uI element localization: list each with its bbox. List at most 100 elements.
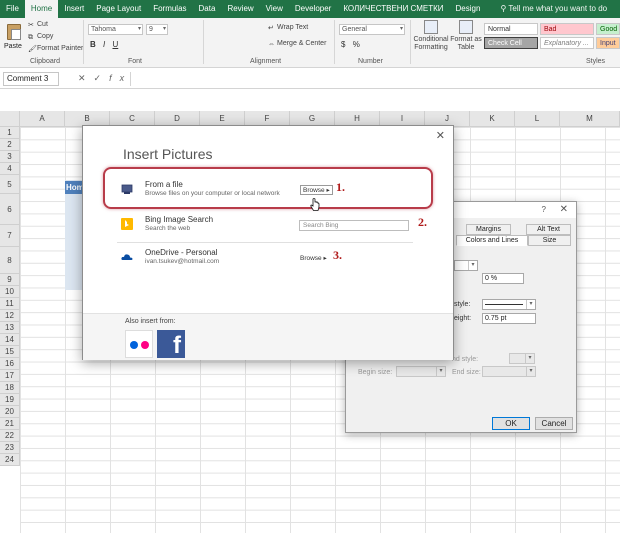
chevron-down-icon: ▾ [399,26,403,32]
browse-button[interactable]: Browse ▸ [300,254,327,262]
onedrive-option[interactable]: OneDrive - Personal ivan.tsukev@hotmail.… [113,247,413,273]
row-header-9[interactable]: 9 [0,274,20,286]
row-header-19[interactable]: 19 [0,394,20,406]
row-header-20[interactable]: 20 [0,406,20,418]
currency-button[interactable]: $ [341,40,345,49]
tab-design[interactable]: Design [450,0,487,18]
row-header-2[interactable]: 2 [0,139,20,151]
copy-button[interactable]: ⧉ Copy [28,33,53,41]
style-good[interactable]: Good [596,23,620,35]
enter-icon[interactable]: ✓ [94,73,110,83]
row-header-13[interactable]: 13 [0,322,20,334]
tab-quantity-accounts[interactable]: КОЛИЧЕСТВЕНИ СМЕТКИ [337,0,449,18]
style-normal[interactable]: Normal [484,23,538,35]
end-style-label: nd style: [452,356,479,363]
percent-button[interactable]: % [353,40,360,49]
styles-group-label: Styles [586,58,606,65]
font-size-select[interactable]: 9 ▾ [146,24,168,35]
transparency-field[interactable]: 0 % [482,273,524,284]
tab-page-layout[interactable]: Page Layout [90,0,147,18]
annotation-2: 2. [418,215,427,229]
tab-view[interactable]: View [260,0,289,18]
style-explanatory[interactable]: Explanatory ... [540,37,594,49]
underline-button[interactable]: U [112,40,118,49]
merge-center-button[interactable]: ⇔ Merge & Center [268,40,326,48]
tab-formulas[interactable]: Formulas [147,0,192,18]
number-format-select[interactable]: General ▾ [339,24,405,35]
format-as-table-button[interactable]: Format as Table [450,20,482,52]
style-input[interactable]: Input [596,37,620,49]
fill-color-select[interactable]: ▾ [454,260,478,271]
italic-button[interactable]: I [103,40,105,49]
row-header-4[interactable]: 4 [0,163,20,175]
row-header-5[interactable]: 5 [0,175,20,194]
row-header-16[interactable]: 16 [0,358,20,370]
line-weight-field[interactable]: 0.75 pt [482,313,536,324]
flickr-icon[interactable] [125,330,153,358]
chevron-down-icon: ▾ [436,367,445,376]
tab-size[interactable]: Size [528,235,571,246]
row-header-6[interactable]: 6 [0,194,20,225]
end-style-select[interactable]: ▾ [509,353,535,364]
tab-colors-and-lines[interactable]: Colors and Lines [456,235,528,246]
tab-insert[interactable]: Insert [58,0,90,18]
tab-home[interactable]: Home [24,0,59,18]
row-header-17[interactable]: 17 [0,370,20,382]
tell-me-box[interactable]: ⚲ Tell me what you want to do [494,0,613,18]
search-bing-input[interactable]: Search Bing [299,220,409,231]
row-header-3[interactable]: 3 [0,151,20,163]
ok-button[interactable]: OK [492,417,530,430]
row-header-14[interactable]: 14 [0,334,20,346]
tab-margins[interactable]: Margins [466,224,511,235]
function-icon[interactable]: fx [109,73,132,83]
tab-developer[interactable]: Developer [289,0,337,18]
row-header-10[interactable]: 10 [0,286,20,298]
conditional-formatting-button[interactable]: Conditional Formatting [413,20,449,52]
row-header-23[interactable]: 23 [0,442,20,454]
tab-data[interactable]: Data [193,0,222,18]
wrap-text-button[interactable]: ↵ Wrap Text [268,24,308,32]
row-header-24[interactable]: 24 [0,454,20,466]
row-header-21[interactable]: 21 [0,418,20,430]
column-header-l[interactable]: L [515,111,560,127]
bing-image-search-option[interactable]: Bing Image Search Search the web Search … [113,214,413,240]
row-header-8[interactable]: 8 [0,247,20,274]
begin-size-select[interactable]: ▾ [396,366,446,377]
row-header-18[interactable]: 18 [0,382,20,394]
column-header-a[interactable]: A [20,111,65,127]
cloud-icon [121,254,133,260]
row-header-15[interactable]: 15 [0,346,20,358]
tab-alt-text[interactable]: Alt Text [526,224,571,235]
bold-button[interactable]: B [90,40,96,49]
column-header-m[interactable]: M [560,111,620,127]
close-icon[interactable]: ✕ [560,204,568,215]
style-bad[interactable]: Bad [540,23,594,35]
formula-input[interactable] [130,72,618,86]
tab-file[interactable]: File [0,0,25,18]
font-name-select[interactable]: Tahoma ▾ [88,24,143,35]
row-header-11[interactable]: 11 [0,298,20,310]
row-header-22[interactable]: 22 [0,430,20,442]
facebook-icon[interactable]: f [157,330,185,358]
paste-button[interactable]: Paste [4,22,24,52]
cell-b5[interactable]: Hom [65,181,83,194]
row-header-7[interactable]: 7 [0,225,20,247]
cancel-button[interactable]: Cancel [535,417,573,430]
cancel-icon[interactable]: ✕ [78,73,94,83]
format-painter-button[interactable]: 🖌Format Painter [28,45,83,53]
tab-review[interactable]: Review [221,0,259,18]
close-icon[interactable]: ✕ [436,129,445,142]
cut-button[interactable]: ✂ Cut [28,21,48,29]
chevron-down-icon: ▾ [162,26,166,32]
row-header-12[interactable]: 12 [0,310,20,322]
column-header-k[interactable]: K [470,111,515,127]
help-icon[interactable]: ? [542,205,546,214]
end-size-select[interactable]: ▾ [482,366,536,377]
row-header-1[interactable]: 1 [0,127,20,139]
line-style-select[interactable]: ▾ [482,299,536,310]
select-all-corner[interactable] [0,111,20,127]
chevron-down-icon: ▾ [526,300,535,309]
style-check-cell[interactable]: Check Cell [484,37,538,49]
name-box[interactable]: Comment 3 [3,72,59,86]
option-description: ivan.tsukev@hotmail.com [145,258,220,265]
